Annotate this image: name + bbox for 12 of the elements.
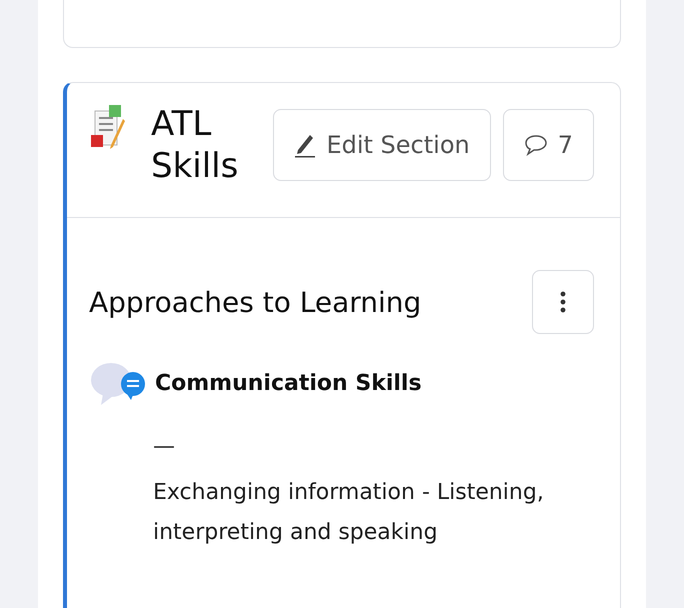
kebab-menu-icon	[560, 291, 566, 313]
subsection-title: Approaches to Learning	[89, 286, 422, 318]
comment-icon	[524, 134, 548, 156]
section-title: ATL Skills	[151, 103, 240, 187]
speech-bubbles-icon	[89, 360, 147, 406]
edit-section-button[interactable]: Edit Section	[273, 109, 491, 181]
separator-dash: —	[153, 434, 176, 459]
more-options-button[interactable]	[532, 270, 594, 334]
skill-title: Communication Skills	[155, 370, 422, 396]
comments-button[interactable]: 7	[502, 109, 594, 181]
pencil-icon	[294, 132, 316, 158]
skill-description: Exchanging information - Listening, interpreting and speaking	[153, 479, 545, 547]
